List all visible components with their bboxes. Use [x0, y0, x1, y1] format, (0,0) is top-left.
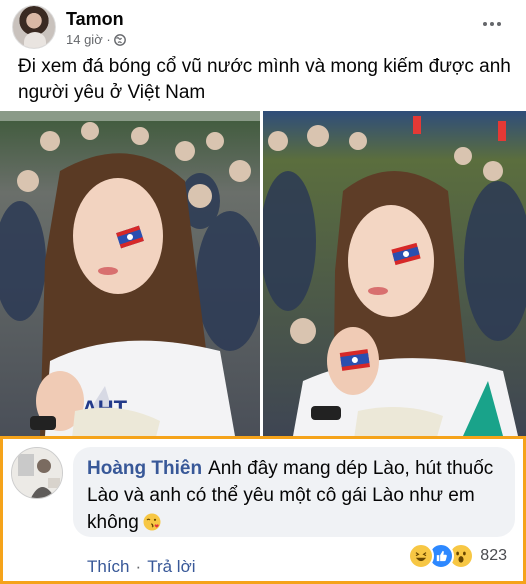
action-separator: ·: [135, 557, 142, 576]
commenter-name[interactable]: Hoàng Thiên: [87, 458, 202, 479]
post-meta: 14 giờ ·: [66, 32, 126, 47]
more-options-icon[interactable]: [480, 14, 504, 34]
commenter-avatar[interactable]: [11, 447, 63, 499]
reactions-summary[interactable]: 823: [408, 543, 507, 569]
author-avatar[interactable]: [12, 5, 56, 49]
comment-bubble: Hoàng Thiên Anh đây mang dép Lào, hút thu…: [73, 447, 515, 537]
comment-highlight-box: Hoàng Thiên Anh đây mang dép Lào, hút thu…: [0, 436, 526, 584]
globe-icon[interactable]: [113, 33, 126, 46]
post-caption: Đi xem đá bóng cổ vũ nước mình và mong k…: [18, 56, 511, 103]
reply-comment-button[interactable]: Trả lời: [147, 557, 195, 577]
photo-left[interactable]: TAHT: [0, 111, 260, 436]
haha-icon: [408, 543, 435, 569]
author-name[interactable]: Tamon: [66, 9, 124, 30]
face-blowing-kiss-icon: [143, 512, 161, 531]
photo-right[interactable]: [263, 111, 526, 436]
like-comment-button[interactable]: Thích: [87, 557, 130, 577]
post-time[interactable]: 14 giờ ·: [66, 32, 111, 47]
post-header: Tamon 14 giờ ·: [0, 0, 526, 52]
photo-collage[interactable]: TAHT: [0, 111, 526, 436]
reaction-count: 823: [480, 547, 507, 564]
comment-actions: Thích · Trả lời: [87, 557, 196, 577]
